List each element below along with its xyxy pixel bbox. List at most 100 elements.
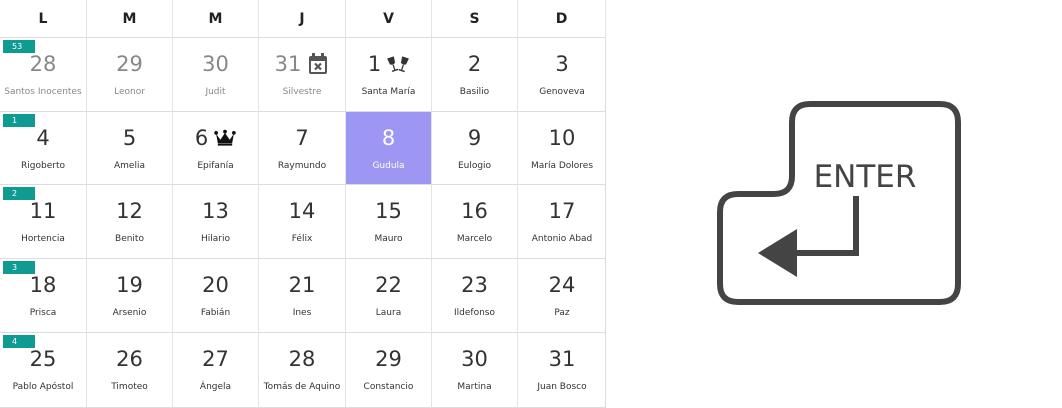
day-cell[interactable]: 31 Juan Bosco: [518, 333, 606, 408]
day-cell[interactable]: 7 Raymundo: [259, 112, 346, 185]
calendar-grid: L M M J V S D 53 28 Santos Inocentes 29 Leon…: [0, 0, 606, 408]
day-number: 6: [194, 126, 209, 150]
calendar-x-icon: [307, 53, 329, 75]
day-cell[interactable]: 17 Antonio Abad: [518, 185, 606, 259]
day-number-row: 13: [202, 198, 229, 224]
saint-name: Basilio: [459, 87, 490, 97]
day-number-row: 27: [202, 346, 229, 372]
day-number-row: 29: [375, 346, 402, 372]
day-number-row: 17: [549, 198, 576, 224]
day-cell[interactable]: 31 Silvestre: [259, 38, 346, 112]
weekday-header-mon: L: [0, 0, 87, 38]
day-number-row: 19: [116, 272, 143, 298]
day-cell[interactable]: 27 Ángela: [173, 333, 259, 408]
day-cell[interactable]: 19 Arsenio: [87, 259, 173, 333]
saint-name: Ildefonso: [454, 308, 495, 318]
day-cell[interactable]: 9 Eulogio: [432, 112, 518, 185]
saint-name: Santa María: [361, 87, 416, 97]
day-cell[interactable]: 29 Leonor: [87, 38, 173, 112]
week-number-badge: 1: [3, 114, 35, 127]
day-cell[interactable]: 3 18 Prisca: [0, 259, 87, 333]
day-cell[interactable]: 3 Genoveva: [518, 38, 606, 112]
enter-key-button[interactable]: ENTER: [716, 100, 962, 306]
week-number-badge: 53: [3, 40, 35, 53]
weekday-header-fri: V: [346, 0, 432, 38]
saint-name: Antonio Abad: [531, 234, 593, 244]
day-number-row: 23: [461, 272, 488, 298]
day-cell[interactable]: 2 Basilio: [432, 38, 518, 112]
day-number: 28: [288, 347, 316, 371]
day-number: 4: [36, 126, 50, 150]
day-cell[interactable]: 16 Marcelo: [432, 185, 518, 259]
saint-name: Félix: [291, 234, 313, 244]
enter-key-label: ENTER: [814, 159, 917, 195]
saint-name: Ines: [292, 308, 312, 318]
day-cell[interactable]: 53 28 Santos Inocentes: [0, 38, 87, 112]
day-number: 12: [116, 199, 143, 223]
day-number: 23: [461, 273, 488, 297]
day-cell[interactable]: 29 Constancio: [346, 333, 432, 408]
saint-name: Pablo Apóstol: [12, 382, 74, 392]
day-number: 29: [375, 347, 402, 371]
saint-name: Tomás de Aquino: [263, 382, 341, 392]
day-cell[interactable]: 6 Epifanía: [173, 112, 259, 185]
weekday-header-tue: M: [87, 0, 173, 38]
day-cell[interactable]: 2 11 Hortencia: [0, 185, 87, 259]
day-number: 28: [29, 52, 57, 76]
day-number: 31: [548, 347, 576, 371]
day-number-row: 9: [468, 125, 481, 151]
day-number-row: 31: [275, 51, 330, 77]
saint-name: Laura: [375, 308, 402, 318]
saint-name: Leonor: [114, 87, 145, 97]
day-number: 31: [274, 52, 302, 76]
day-cell[interactable]: 26 Timoteo: [87, 333, 173, 408]
saint-name: Gudula: [372, 161, 405, 171]
day-number: 29: [116, 52, 143, 76]
day-cell[interactable]: 28 Tomás de Aquino: [259, 333, 346, 408]
day-cell[interactable]: 23 Ildefonso: [432, 259, 518, 333]
day-number: 25: [29, 347, 57, 371]
day-cell[interactable]: 20 Fabián: [173, 259, 259, 333]
saint-name: Hortencia: [21, 234, 65, 244]
day-cell[interactable]: 4 25 Pablo Apóstol: [0, 333, 87, 408]
day-number-row: 7: [295, 125, 308, 151]
day-number: 11: [29, 199, 57, 223]
day-number: 30: [461, 347, 488, 371]
day-number: 14: [288, 199, 316, 223]
day-number: 18: [29, 273, 57, 297]
day-cell[interactable]: 14 Félix: [259, 185, 346, 259]
saint-name: Epifanía: [197, 161, 234, 171]
saint-name: Mauro: [374, 234, 403, 244]
day-number: 24: [548, 273, 576, 297]
day-cell[interactable]: 30 Judit: [173, 38, 259, 112]
day-cell[interactable]: 10 María Dolores: [518, 112, 606, 185]
day-number-row: 21: [289, 272, 316, 298]
day-cell[interactable]: 15 Mauro: [346, 185, 432, 259]
day-cell[interactable]: 22 Laura: [346, 259, 432, 333]
saint-name: Constancio: [363, 382, 414, 392]
day-cell[interactable]: 8 Gudula: [346, 112, 432, 185]
weekday-header-wed: M: [173, 0, 259, 38]
day-cell[interactable]: 21 Ines: [259, 259, 346, 333]
saint-name: Santos Inocentes: [4, 87, 82, 97]
saint-name: Rigoberto: [21, 161, 65, 171]
return-arrow-icon: [758, 196, 859, 277]
day-number-row: 2: [468, 51, 481, 77]
weekday-header-sun: D: [518, 0, 606, 38]
saint-name: Silvestre: [282, 87, 322, 97]
day-cell[interactable]: 24 Paz: [518, 259, 606, 333]
day-number-row: 6: [195, 125, 236, 151]
day-number-row: 1: [368, 51, 410, 77]
day-cell[interactable]: 12 Benito: [87, 185, 173, 259]
day-number-row: 16: [461, 198, 488, 224]
day-number: 30: [202, 52, 229, 76]
day-number-row: 28: [289, 346, 316, 372]
saint-name: Hilario: [201, 234, 230, 244]
day-cell[interactable]: 1 Santa María: [346, 38, 432, 112]
day-number-row: 12: [116, 198, 143, 224]
day-cell[interactable]: 5 Amelia: [87, 112, 173, 185]
day-number: 9: [467, 126, 482, 150]
day-cell[interactable]: 13 Hilario: [173, 185, 259, 259]
day-cell[interactable]: 30 Martina: [432, 333, 518, 408]
day-cell[interactable]: 1 4 Rigoberto: [0, 112, 87, 185]
